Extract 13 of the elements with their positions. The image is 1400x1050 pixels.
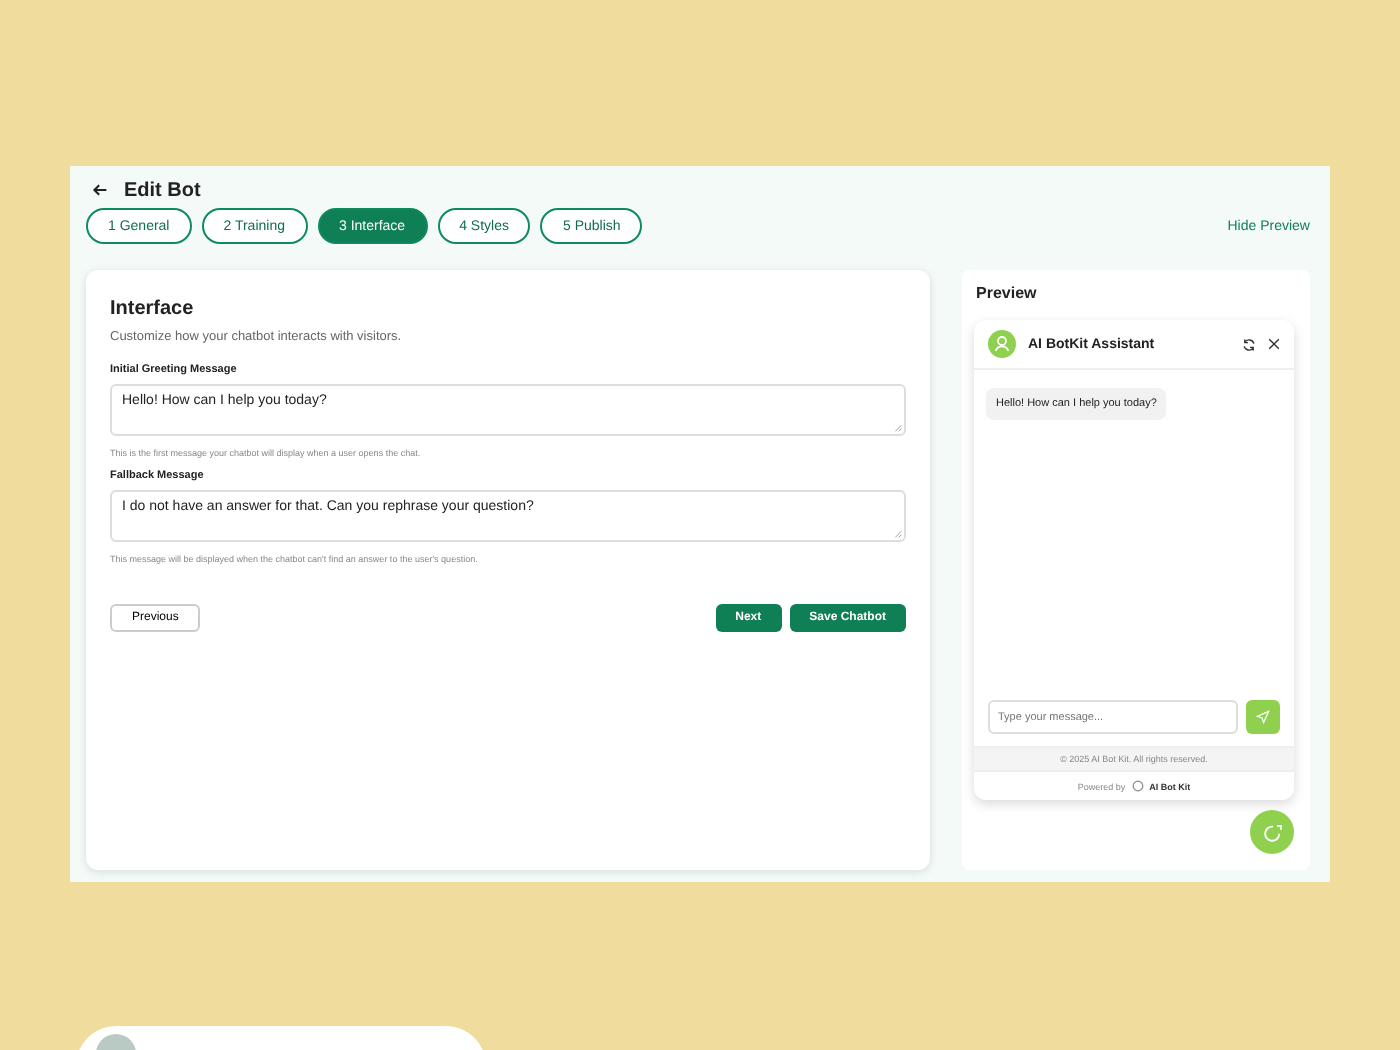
bot-avatar-icon <box>988 330 1016 358</box>
refresh-icon[interactable] <box>1242 337 1256 351</box>
back-arrow-icon[interactable] <box>92 182 108 198</box>
chat-launcher-button[interactable] <box>1250 810 1294 854</box>
send-icon <box>1256 710 1270 724</box>
send-button[interactable] <box>1246 700 1280 734</box>
close-icon[interactable] <box>1268 338 1280 350</box>
section-title: Interface <box>110 298 196 320</box>
page-title: Edit Bot <box>124 179 201 201</box>
brand-logo-icon <box>1131 780 1144 792</box>
resize-grip-icon[interactable] <box>894 530 902 538</box>
resize-grip-icon[interactable] <box>894 424 902 432</box>
preview-title: Preview <box>976 284 1039 302</box>
